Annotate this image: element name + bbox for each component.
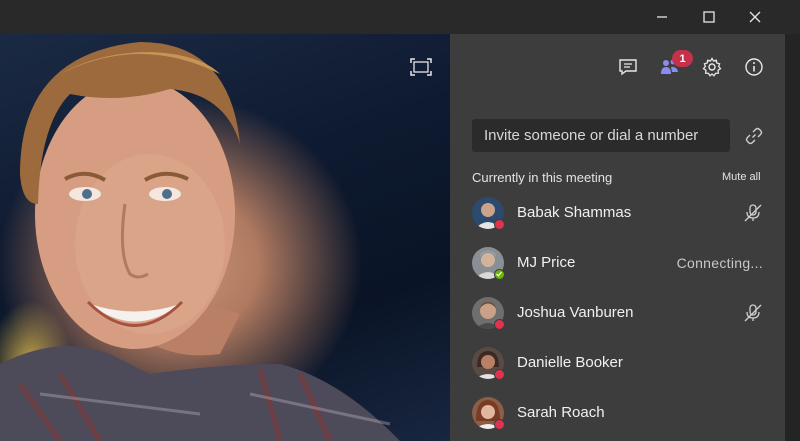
gear-icon: [702, 57, 722, 77]
fullscreen-icon: [410, 58, 432, 76]
info-button[interactable]: [740, 53, 768, 81]
close-icon: [749, 11, 761, 23]
status-available-indicator: [494, 269, 505, 280]
invite-input[interactable]: [472, 119, 730, 152]
chat-button[interactable]: [614, 53, 642, 81]
participant-row[interactable]: Joshua Vanburen: [450, 289, 785, 339]
copy-link-button[interactable]: [742, 124, 766, 148]
info-icon: [745, 58, 763, 76]
participant-row[interactable]: MJ Price Connecting...: [450, 239, 785, 289]
title-bar: [0, 0, 800, 34]
participant-row[interactable]: Sarah Roach: [450, 389, 785, 439]
close-button[interactable]: [732, 0, 778, 34]
settings-button[interactable]: [698, 53, 726, 81]
status-busy-indicator: [494, 369, 505, 380]
participant-name: Joshua Vanburen: [517, 304, 634, 321]
participant-name: Babak Shammas: [517, 204, 632, 221]
status-busy-indicator: [494, 419, 505, 430]
participant-video-image: [0, 42, 400, 441]
participant-name: Sarah Roach: [517, 404, 605, 421]
participant-row[interactable]: Danielle Booker: [450, 339, 785, 389]
fullscreen-button[interactable]: [408, 56, 434, 78]
mute-all-button[interactable]: Mute all: [722, 171, 761, 183]
window-edge: [785, 34, 800, 441]
status-busy-indicator: [494, 319, 505, 330]
participant-row[interactable]: Babak Shammas: [450, 189, 785, 239]
mic-muted-icon[interactable]: [742, 302, 764, 324]
video-feed[interactable]: [0, 34, 450, 441]
participant-name: Danielle Booker: [517, 354, 623, 371]
status-busy-indicator: [494, 219, 505, 230]
mic-muted-icon[interactable]: [742, 202, 764, 224]
minimize-icon: [657, 16, 667, 18]
chat-icon: [619, 59, 637, 76]
participants-badge: 1: [672, 50, 693, 67]
minimize-button[interactable]: [639, 0, 685, 34]
maximize-icon: [703, 11, 715, 23]
section-label: Currently in this meeting: [472, 170, 613, 185]
maximize-button[interactable]: [686, 0, 732, 34]
connection-status: Connecting...: [676, 255, 763, 271]
link-icon: [745, 127, 763, 145]
participant-name: MJ Price: [517, 254, 576, 271]
